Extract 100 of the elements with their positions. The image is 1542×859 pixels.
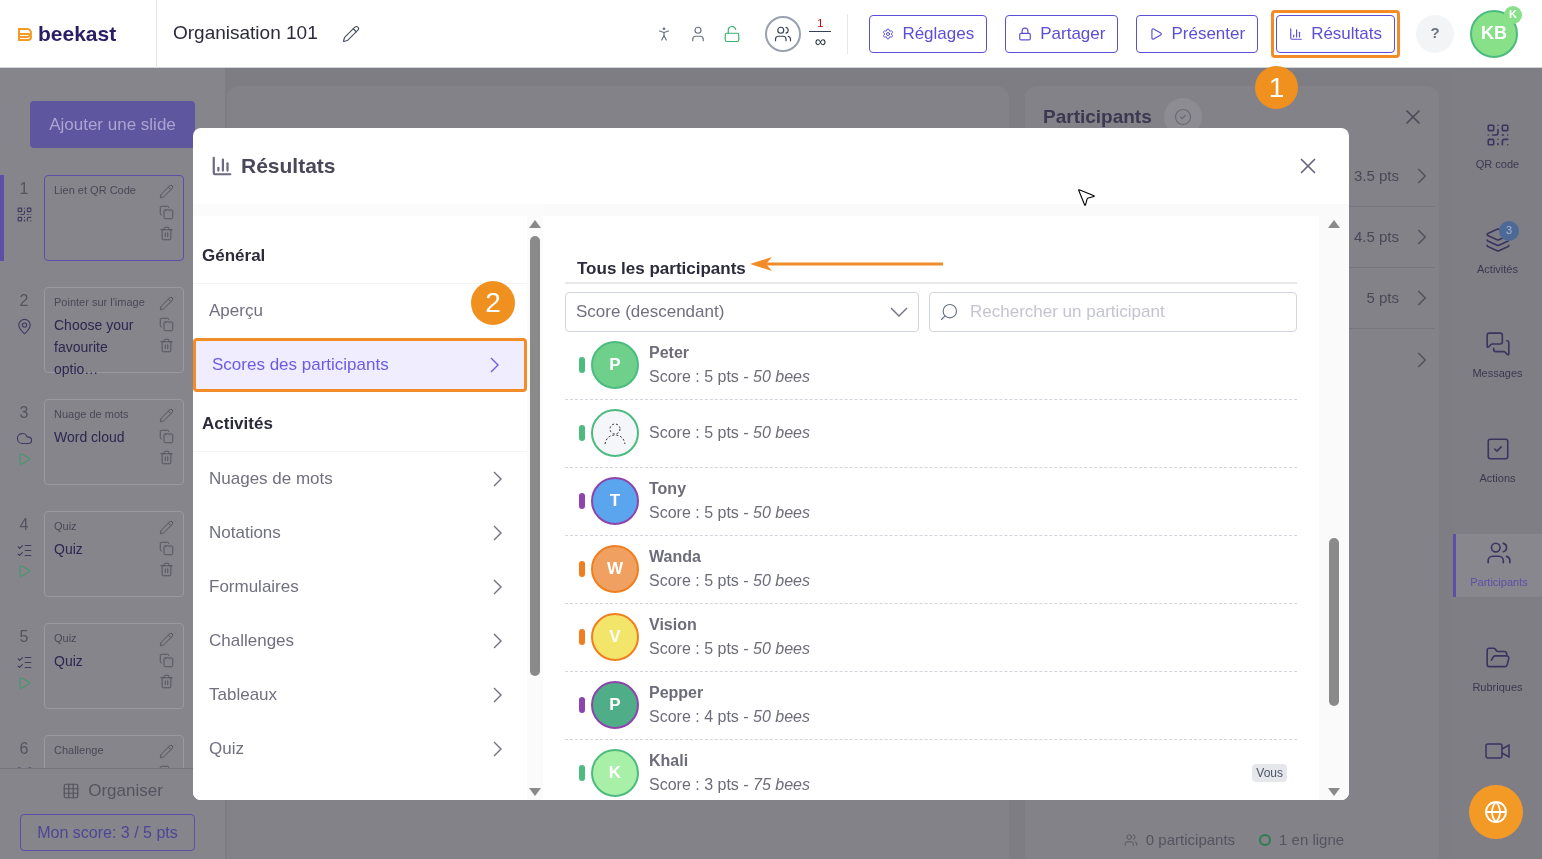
add-slide-button[interactable]: Ajouter une slide [30, 101, 195, 148]
avatar-badge: K [1504, 5, 1522, 24]
results-nav-item[interactable]: Challenges [193, 614, 527, 668]
rail-item[interactable]: Rubriques [1453, 638, 1542, 701]
participant-name: Wanda [649, 547, 702, 567]
scroll-down-icon[interactable] [529, 788, 541, 796]
sort-dropdown[interactable]: Score (descendant) [565, 291, 919, 332]
cloud-icon [15, 430, 33, 447]
rail-item[interactable]: QR code [1453, 116, 1542, 179]
play-icon[interactable] [17, 452, 31, 466]
participant-score: Score : 3 pts - 75 bees [649, 775, 810, 795]
duplicate-icon[interactable] [159, 429, 174, 444]
participant-score: Score : 5 pts - 50 bees [649, 423, 810, 443]
rail-label: Actions [1479, 470, 1516, 486]
bar-chart-icon [1289, 26, 1304, 41]
results-nav-item[interactable]: Scores des participants [193, 338, 527, 392]
duplicate-icon[interactable] [159, 205, 174, 220]
toolbar-button[interactable]: Présenter [1136, 14, 1259, 53]
rail-label: Activités [1477, 261, 1518, 277]
results-nav-item[interactable]: Notations [193, 506, 527, 560]
participant-limit: ∞ [814, 33, 827, 50]
activity-badge: 3 [1499, 220, 1519, 241]
slide-type: Nuage de mots [54, 408, 130, 422]
list-icon [15, 542, 33, 559]
duplicate-icon[interactable] [159, 653, 174, 668]
slide-type: Challenge [54, 744, 105, 758]
you-badge: Vous [1252, 764, 1287, 782]
participant-count: 1 [817, 17, 824, 29]
bar-chart-icon [211, 155, 233, 177]
delete-icon[interactable] [159, 450, 174, 465]
participant-avatar: P [591, 341, 639, 389]
participants-icon[interactable] [765, 15, 802, 52]
participant-score: Score : 4 pts - 50 bees [649, 707, 810, 727]
logo-text[interactable]: beekast [38, 17, 117, 50]
help-button[interactable]: ? [1416, 14, 1454, 53]
rail-item[interactable]: Actions [1453, 429, 1542, 492]
slide-card[interactable]: Quiz Quiz [44, 511, 184, 597]
duplicate-icon[interactable] [159, 541, 174, 556]
rail-label: QR code [1475, 157, 1520, 172]
scroll-down-icon[interactable] [1328, 788, 1340, 796]
participant-name: Vision [649, 615, 698, 635]
lock-icon [1018, 26, 1033, 41]
slide-card[interactable]: Lien et QR Code [44, 175, 184, 261]
results-nav-item[interactable]: Quiz [193, 722, 527, 776]
users-icon [1486, 540, 1512, 566]
my-score-button[interactable]: Mon score: 3 / 5 pts [20, 814, 195, 851]
dialog-title: Résultats [241, 153, 336, 180]
score-text: 5 pts [1366, 287, 1399, 308]
gear-icon [882, 27, 895, 40]
scroll-up-icon[interactable] [1328, 220, 1340, 228]
play-icon [1149, 26, 1164, 41]
edit-icon[interactable] [341, 24, 360, 43]
play-icon[interactable] [17, 564, 31, 578]
slide-type: Quiz [54, 632, 78, 646]
participant-score: Score : 5 pts - 50 bees [649, 571, 810, 591]
delete-icon[interactable] [159, 562, 174, 577]
unlocked-icon[interactable] [723, 24, 742, 43]
rail-label: Rubriques [1472, 679, 1523, 695]
toolbar-button[interactable]: Réglages [869, 14, 988, 53]
score-text: 4.5 pts [1353, 226, 1399, 247]
rail-label: Participants [1470, 575, 1528, 590]
participant-name: Peter [649, 343, 691, 363]
chevron-right-icon [490, 357, 500, 373]
map-pin-icon [15, 318, 33, 335]
users-icon [1123, 833, 1138, 847]
participant-name: Tony [649, 479, 688, 499]
slide-card[interactable]: Quiz Quiz [44, 623, 184, 709]
rail-item[interactable]: Messages [1453, 325, 1542, 388]
chevron-right-icon [493, 471, 503, 487]
participant-avatar: P [591, 681, 639, 729]
toolbar-button[interactable]: Partager [1005, 14, 1119, 53]
slide-card[interactable]: Challenge [44, 735, 184, 768]
anonymous-avatar [591, 409, 639, 457]
scroll-up-icon[interactable] [529, 220, 541, 228]
rail-item[interactable]: 3 Activités [1453, 220, 1542, 283]
toolbar-button[interactable]: Résultats [1276, 14, 1395, 53]
rail-label: Messages [1472, 366, 1523, 381]
chevron-right-icon [493, 633, 503, 649]
chevron-down-icon [890, 306, 908, 317]
results-nav-item[interactable]: Nuages de mots [193, 452, 527, 506]
scrollbar-thumb[interactable] [530, 236, 540, 676]
chevron-right-icon [493, 579, 503, 595]
scrollbar-thumb[interactable] [1329, 538, 1339, 706]
duplicate-icon[interactable] [159, 317, 174, 332]
participant-name: Khali [649, 751, 690, 771]
results-nav-item[interactable]: Tableaux [193, 668, 527, 722]
slide-type: Pointer sur l'image [54, 296, 146, 310]
delete-icon[interactable] [159, 338, 174, 353]
slide-card[interactable]: Nuage de mots Word cloud [44, 399, 184, 485]
delete-icon[interactable] [159, 674, 174, 689]
video-camera-icon [1484, 743, 1511, 759]
play-icon[interactable] [17, 676, 31, 690]
qr-code-icon [1484, 122, 1511, 148]
list-title: Tous les participants [577, 258, 746, 280]
slide-title: Quiz [54, 651, 84, 671]
participant-avatar: K [591, 749, 639, 797]
results-nav-item[interactable]: Formulaires [193, 560, 527, 614]
delete-icon[interactable] [159, 226, 174, 241]
search-field[interactable]: Rechercher un participant [929, 291, 1297, 332]
panel-title: Participants [1043, 104, 1152, 129]
